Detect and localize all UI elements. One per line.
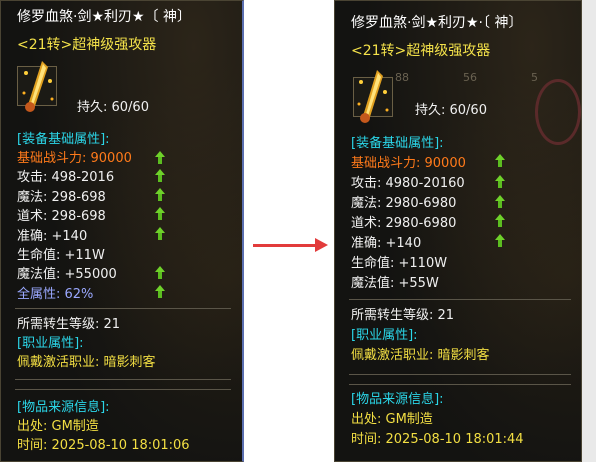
accuracy-stat: 准确: +140: [17, 229, 88, 244]
up-arrow-icon: [155, 169, 165, 183]
mp-stat: 魔法值: +55W: [351, 276, 439, 291]
all-attributes-stat: 全属性: 62%: [17, 287, 94, 302]
window-edge: [582, 0, 596, 462]
hp-stat: 生命值: +110W: [351, 256, 448, 271]
tooltip-before: 修罗血煞·剑★利刃★〔 神〕 <21转>超神级强攻器 持久: 60/60 [装备…: [0, 0, 244, 462]
section-job-attributes: [职业属性]:: [351, 328, 418, 343]
item-time: 时间: 2025-08-10 18:01:44: [351, 432, 524, 447]
durability: 持久: 60/60: [415, 103, 487, 118]
item-title: 修罗血煞·剑★利刃★〔 神〕: [17, 9, 192, 25]
background-slot-label: 5: [531, 71, 538, 84]
up-arrow-icon: [155, 227, 165, 241]
sword-icon: [357, 70, 389, 123]
up-arrow-icon: [495, 214, 505, 228]
up-arrow-icon: [155, 266, 165, 280]
section-item-source: [物品来源信息]:: [351, 392, 444, 407]
item-icon-slot[interactable]: [17, 61, 57, 112]
tao-stat: 道术: 298-698: [17, 209, 106, 224]
divider: [15, 389, 231, 390]
hp-stat: 生命值: +11W: [17, 248, 105, 263]
base-power: 基础战斗力: 90000: [351, 156, 466, 171]
up-arrow-icon: [155, 151, 165, 165]
job-activation: 佩戴激活职业: 暗影刺客: [351, 348, 490, 363]
up-arrow-icon: [155, 188, 165, 202]
accuracy-stat: 准确: +140: [351, 236, 422, 251]
item-subtitle: <21转>超神级强攻器: [351, 43, 491, 59]
divider: [349, 374, 571, 375]
tooltip-after: 88 56 5 修罗血煞·剑★利刃★·〔 神〕 <21转>超神级强攻器 持久: …: [334, 0, 582, 462]
background-ring: [535, 79, 581, 145]
mp-stat: 魔法值: +55000: [17, 267, 117, 282]
section-item-source: [物品来源信息]:: [17, 400, 110, 415]
item-time: 时间: 2025-08-10 18:01:06: [17, 438, 190, 453]
up-arrow-icon: [495, 154, 505, 168]
section-job-attributes: [职业属性]:: [17, 336, 84, 351]
right-arrow-icon: [253, 244, 317, 247]
job-activation: 佩戴激活职业: 暗影刺客: [17, 355, 156, 370]
durability: 持久: 60/60: [77, 100, 149, 115]
background-slot-label: 56: [463, 71, 477, 84]
right-arrow-head: [315, 238, 328, 252]
item-icon-slot[interactable]: [353, 70, 393, 123]
up-arrow-icon: [495, 175, 505, 189]
section-base-attributes: [装备基础属性]:: [351, 136, 444, 151]
attack-stat: 攻击: 498-2016: [17, 170, 115, 185]
item-title: 修罗血煞·剑★利刃★·〔 神〕: [351, 15, 523, 31]
divider: [15, 379, 231, 380]
tao-stat: 道术: 2980-6980: [351, 216, 457, 231]
sword-icon: [22, 61, 54, 112]
rebirth-requirement: 所需转生等级: 21: [17, 317, 121, 332]
base-power: 基础战斗力: 90000: [17, 151, 132, 166]
divider: [349, 384, 571, 385]
item-subtitle: <21转>超神级强攻器: [17, 37, 157, 53]
item-origin: 出处: GM制造: [351, 412, 433, 427]
section-base-attributes: [装备基础属性]:: [17, 132, 110, 147]
up-arrow-icon: [155, 285, 165, 299]
item-origin: 出处: GM制造: [17, 419, 99, 434]
divider: [349, 299, 571, 300]
divider: [15, 308, 231, 309]
magic-stat: 魔法: 298-698: [17, 190, 106, 205]
background-slot-label: 88: [395, 71, 409, 84]
attack-stat: 攻击: 4980-20160: [351, 176, 465, 191]
up-arrow-icon: [155, 207, 165, 221]
rebirth-requirement: 所需转生等级: 21: [351, 308, 455, 323]
up-arrow-icon: [495, 195, 505, 209]
up-arrow-icon: [495, 234, 505, 248]
magic-stat: 魔法: 2980-6980: [351, 196, 457, 211]
